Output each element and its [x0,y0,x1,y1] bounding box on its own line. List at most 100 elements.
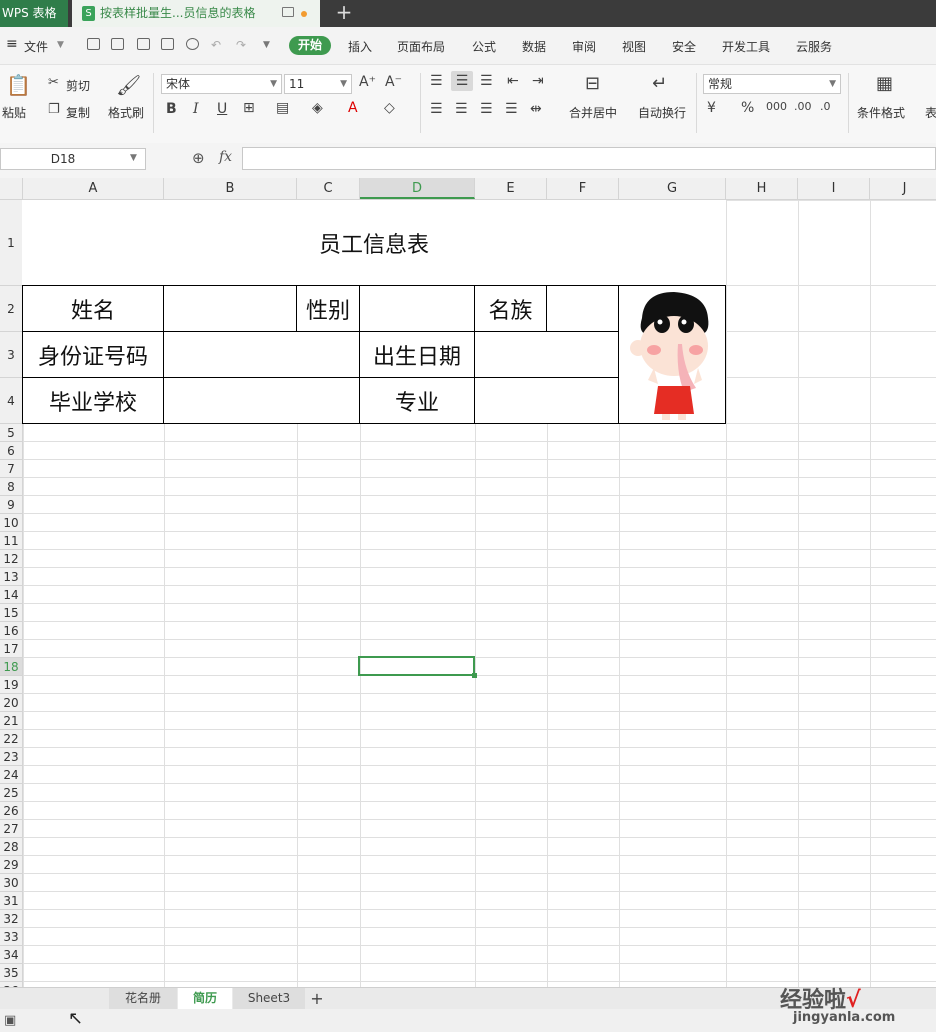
birth-label-cell[interactable]: 出生日期 [359,331,475,378]
row-header-7[interactable]: 7 [0,460,22,478]
table-style-button[interactable]: 表 [925,104,936,121]
row-header-35[interactable]: 35 [0,964,22,982]
new-tab-button[interactable]: + [334,0,354,27]
cartoon-avatar[interactable] [624,288,720,422]
conditional-format-button[interactable]: 条件格式 [857,104,905,121]
row-header-17[interactable]: 17 [0,640,22,658]
name-box[interactable]: D18 [0,148,146,170]
app-tab[interactable]: WPS 表格 [0,0,68,27]
open-folder-icon[interactable] [87,38,100,50]
menu-file[interactable]: 文件 [24,38,48,55]
format-painter-icon[interactable]: 🖌 [116,73,141,97]
row-header-9[interactable]: 9 [0,496,22,514]
row-header-13[interactable]: 13 [0,568,22,586]
fill-color-icon[interactable]: ◈ [312,100,323,116]
id-value-cell[interactable] [163,331,360,378]
hamburger-icon[interactable]: ≡ [6,36,18,52]
align-middle-icon[interactable]: ☰ [451,71,473,91]
column-i[interactable]: I [798,178,870,199]
row-header-24[interactable]: 24 [0,766,22,784]
row-header-5[interactable]: 5 [0,424,22,442]
align-center-icon[interactable]: ☰ [455,101,468,117]
menu-formulas[interactable]: 公式 [472,38,496,55]
name-value-cell[interactable] [163,285,297,332]
row-header-15[interactable]: 15 [0,604,22,622]
indent-increase-icon[interactable]: ⇥ [532,73,544,89]
row-header-14[interactable]: 14 [0,586,22,604]
row-header-23[interactable]: 23 [0,748,22,766]
row-header-26[interactable]: 26 [0,802,22,820]
fill-handle[interactable] [472,673,477,678]
cell-style-icon[interactable]: ▤ [276,100,289,116]
menu-page-layout[interactable]: 页面布局 [397,38,445,55]
paste-icon[interactable]: 📋 [6,73,31,97]
align-left-icon[interactable]: ☰ [430,101,443,117]
row-header-25[interactable]: 25 [0,784,22,802]
gender-value-cell[interactable] [359,285,475,332]
formula-input[interactable] [242,147,936,170]
birth-value-cell[interactable] [474,331,619,378]
row-header-18[interactable]: 18 [0,658,22,676]
row-header-8[interactable]: 8 [0,478,22,496]
italic-icon[interactable]: I [193,101,199,117]
distribute-icon[interactable]: ⇹ [530,101,542,117]
print-preview-icon[interactable] [186,38,199,50]
row-header-22[interactable]: 22 [0,730,22,748]
name-label-cell[interactable]: 姓名 [22,285,164,332]
wrap-text-button[interactable]: 自动换行 [638,104,686,121]
customize-toolbar-icon[interactable]: ▼ [263,40,270,50]
border-icon[interactable]: ⊞ [243,100,255,116]
school-label-cell[interactable]: 毕业学校 [22,377,164,424]
major-value-cell[interactable] [474,377,619,424]
row-header-30[interactable]: 30 [0,874,22,892]
row-header-20[interactable]: 20 [0,694,22,712]
menu-start[interactable]: 开始 [289,36,331,55]
sheet-title-cell[interactable]: 员工信息表 [22,200,726,286]
row-header-31[interactable]: 31 [0,892,22,910]
decrease-decimal-icon[interactable]: .0 [820,100,831,113]
menu-data[interactable]: 数据 [522,38,546,55]
row-header-4[interactable]: 4 [0,378,22,424]
conditional-format-icon[interactable]: ▦ [876,73,893,94]
row-header-10[interactable]: 10 [0,514,22,532]
fx-icon[interactable]: fx [219,149,232,165]
id-label-cell[interactable]: 身份证号码 [22,331,164,378]
menu-view[interactable]: 视图 [622,38,646,55]
redo-icon[interactable]: ↷ [236,38,246,52]
currency-icon[interactable]: ¥ [707,100,716,116]
row-header-12[interactable]: 12 [0,550,22,568]
ethnicity-label-cell[interactable]: 名族 [474,285,547,332]
row-header-27[interactable]: 27 [0,820,22,838]
sheet-tab-resume[interactable]: 简历 [178,988,232,1009]
major-label-cell[interactable]: 专业 [359,377,475,424]
row-header-6[interactable]: 6 [0,442,22,460]
undo-icon[interactable]: ↶ [211,38,221,52]
save-icon[interactable] [111,38,124,50]
menu-insert[interactable]: 插入 [348,38,372,55]
format-painter-button[interactable]: 格式刷 [108,104,144,121]
align-right-icon[interactable]: ☰ [480,101,493,117]
column-f[interactable]: F [547,178,619,199]
clear-format-icon[interactable]: ◇ [384,100,395,116]
row-header-19[interactable]: 19 [0,676,22,694]
column-a[interactable]: A [23,178,164,199]
font-name-select[interactable]: 宋体 ▼ [161,74,282,94]
row-header-3[interactable]: 3 [0,332,22,378]
row-header-16[interactable]: 16 [0,622,22,640]
gender-label-cell[interactable]: 性别 [296,285,360,332]
font-size-select[interactable]: 11 ▼ [284,74,352,94]
column-e[interactable]: E [475,178,547,199]
font-shrink-icon[interactable]: A⁻ [385,74,402,90]
sheet-icon[interactable]: ▣ [4,1013,16,1028]
thousands-icon[interactable]: 000 [766,100,787,113]
document-tab[interactable]: S 按表样批量生...员信息的表格 [72,0,320,27]
sheet-tab-roster[interactable]: 花名册 [109,988,177,1009]
column-d[interactable]: D [360,178,475,199]
chevron-down-icon[interactable]: ▼ [57,40,64,50]
row-header-21[interactable]: 21 [0,712,22,730]
ethnicity-value-cell[interactable] [546,285,619,332]
zoom-icon[interactable]: ⊕ [192,149,205,167]
menu-security[interactable]: 安全 [672,38,696,55]
copy-button[interactable]: 复制 [66,104,90,121]
photo-cell[interactable] [618,285,726,424]
